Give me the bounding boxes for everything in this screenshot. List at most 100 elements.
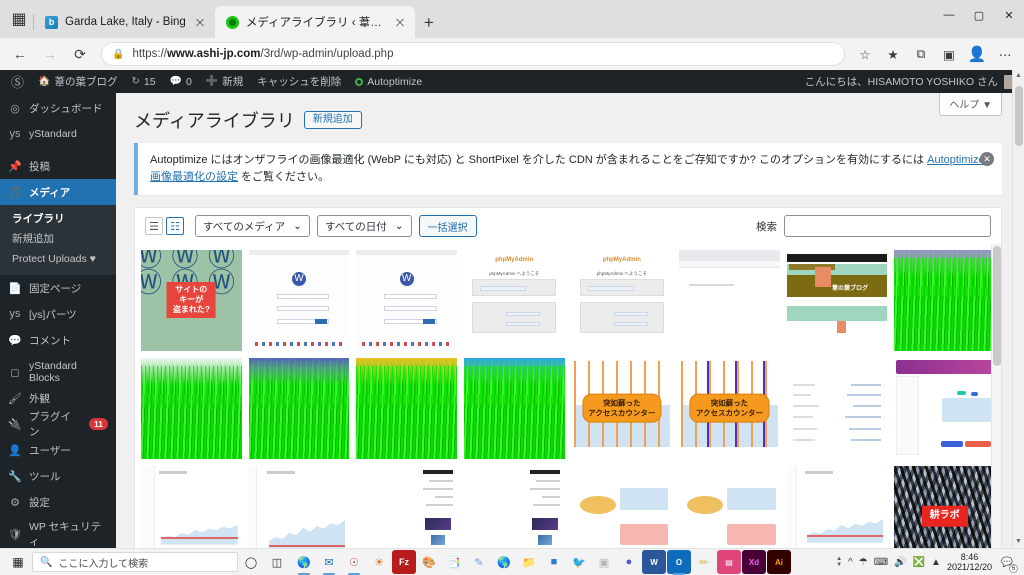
media-thumbnail[interactable] (786, 358, 888, 459)
dismiss-icon[interactable]: ❎ (913, 557, 925, 568)
favorites-list-icon[interactable]: ★ (880, 41, 906, 67)
media-thumbnail[interactable] (679, 250, 780, 351)
maximize-button[interactable]: ▢ (964, 0, 994, 30)
page-scrollbar[interactable]: ▲ ▼ (1012, 70, 1024, 548)
media-thumbnail[interactable]: W (248, 250, 350, 351)
sidebar-item-settings[interactable]: ⚙ 設定 (0, 489, 116, 515)
reload-button[interactable]: ⟳ (66, 41, 94, 67)
sidebar-item-wp-security[interactable]: 🛡 WP セキュリティ (0, 521, 116, 548)
powerpoint-icon[interactable]: ▣ (592, 550, 616, 574)
media-thumbnail[interactable]: 突如蘇った アクセスカウンター (679, 358, 780, 459)
account-area[interactable]: こんにちは、HISAMOTO YOSHIKO さん (805, 74, 1024, 89)
bulk-select-button[interactable]: 一括選択 (418, 215, 477, 238)
search-input[interactable] (784, 215, 991, 238)
list-view-icon[interactable]: ☰ (145, 217, 163, 236)
browser-tab-2[interactable]: メディアライブラリ ‹ 葦の葉ブログ ー \ (214, 6, 415, 38)
sidebar-item-media[interactable]: 🎵 メディア (0, 179, 116, 205)
media-thumbnail[interactable] (679, 466, 780, 548)
cortana-icon[interactable]: ◯ (238, 549, 264, 575)
grid-view-icon[interactable]: ☷ (166, 217, 184, 236)
date-filter[interactable]: すべての日付 ⌄ (316, 215, 412, 238)
edge-icon[interactable]: 🌎 (292, 550, 316, 575)
sidebar-item-pages[interactable]: 📄 固定ページ (0, 275, 116, 301)
maps-icon[interactable]: 🌎 (492, 550, 516, 574)
media-thumbnail[interactable] (894, 358, 995, 459)
sidebar-item-ystandard[interactable]: ys yStandard (0, 121, 116, 147)
paint-icon[interactable]: 🎨 (417, 550, 441, 574)
collections-icon[interactable]: ⧉ (908, 41, 934, 67)
page-scrollbar-thumb[interactable] (1015, 86, 1023, 146)
outlook-icon[interactable]: O (667, 550, 691, 575)
taskbar-search-box[interactable]: 🔍 ここに入力して検索 (32, 552, 238, 572)
updates-link[interactable]: ↻ 15 (124, 70, 162, 93)
address-bar[interactable]: 🔒 https://www.ashi-jp.com/3rd/wp-admin/u… (101, 42, 845, 66)
media-thumbnail[interactable] (463, 466, 565, 548)
mail-icon[interactable]: ✉ (317, 550, 341, 575)
sidebar-item-appearance[interactable]: 🖌 外観 (0, 385, 116, 411)
sidebar-item-ys-parts[interactable]: ys [ys]パーツ (0, 301, 116, 327)
grid-scrollbar-thumb[interactable] (993, 246, 1001, 367)
notification-icon[interactable]: 💬 6 (998, 553, 1018, 573)
wordpress-logo-icon[interactable]: Ⓢ (4, 70, 31, 93)
media-thumbnail[interactable] (356, 466, 457, 548)
close-window-button[interactable]: ✕ (994, 0, 1024, 30)
clock[interactable]: 8:46 2021/12/20 (947, 552, 992, 573)
media-thumbnail[interactable]: 耕ラボ (894, 466, 995, 548)
notes-icon[interactable]: 📑 (442, 550, 466, 574)
comments-link[interactable]: 💬 0 (163, 70, 199, 93)
new-content-link[interactable]: ➕ 新規 (199, 70, 250, 93)
screenshot-icon[interactable]: ▣ (936, 41, 962, 67)
app-icon[interactable]: ▲ (931, 557, 941, 568)
media-thumbnail[interactable] (571, 466, 673, 548)
help-tab-button[interactable]: ヘルプ ▼ (939, 93, 1002, 116)
firefox-icon[interactable]: ☀ (367, 550, 391, 574)
teams-icon[interactable]: ● (617, 550, 641, 574)
close-icon[interactable] (192, 14, 208, 30)
wifi-icon[interactable]: ☂ (859, 557, 868, 568)
media-thumbnail[interactable] (141, 466, 242, 548)
scroll-down-arrow[interactable]: ▼ (1013, 536, 1024, 548)
media-thumbnail[interactable] (141, 358, 242, 459)
adobe-illustrator-icon[interactable]: Ai (767, 550, 791, 574)
grid-scrollbar[interactable] (991, 244, 1001, 548)
word-icon[interactable]: W (642, 550, 666, 574)
volume-icon[interactable]: 🔊 (894, 557, 906, 568)
back-button[interactable]: ← (6, 41, 34, 67)
sidebar-item-dashboard[interactable]: ◎ ダッシュボード (0, 95, 116, 121)
close-icon[interactable] (392, 14, 408, 30)
submenu-item-add-new[interactable]: 新規追加 (0, 229, 116, 249)
chrome-icon[interactable]: ☉ (342, 550, 366, 575)
ime-icon[interactable]: ⌨ (874, 557, 888, 568)
add-new-button[interactable]: 新規追加 (303, 111, 362, 129)
forward-button[interactable]: → (36, 41, 64, 67)
media-thumbnail[interactable] (463, 358, 565, 459)
sidebar-item-comments[interactable]: 💬 コメント (0, 327, 116, 353)
autoptimize-link[interactable]: Autoptimize (348, 70, 429, 93)
sidebar-item-ystandard-blocks[interactable]: ◻ yStandard Blocks (0, 359, 116, 385)
site-name-link[interactable]: 🏠 葦の葉ブログ (31, 70, 124, 93)
windows-start-icon[interactable]: ▦ (4, 549, 32, 575)
onedrive-icon[interactable]: ■ (542, 550, 566, 574)
media-thumbnail[interactable]: phpMyAdmin phpMyAdmin へようこそ (571, 250, 673, 351)
media-thumbnail[interactable]: サイトのキーが盗まれた? (141, 250, 242, 351)
media-thumbnail[interactable] (248, 358, 350, 459)
favorite-star-icon[interactable]: ☆ (852, 41, 878, 67)
media-thumbnail[interactable]: phpMyAdmin phpMyAdmin へようこそ (463, 250, 565, 351)
media-thumbnail[interactable] (356, 358, 457, 459)
tab-actions-icon[interactable]: ▦ (4, 0, 34, 38)
media-thumbnail[interactable] (248, 466, 350, 548)
show-hidden-icon[interactable]: ▲ ▼ (836, 556, 842, 568)
show-hidden-chevron-icon[interactable]: ^ (848, 557, 853, 568)
sidebar-item-tools[interactable]: 🔧 ツール (0, 463, 116, 489)
minimize-button[interactable]: — (934, 0, 964, 30)
adobe-xd-icon[interactable]: Xd (742, 550, 766, 574)
media-thumbnail[interactable]: 葦の葉ブログ (786, 250, 888, 351)
submenu-item-protect-uploads[interactable]: Protect Uploads ♥ (0, 249, 116, 269)
media-thumbnail[interactable] (786, 466, 888, 548)
media-thumbnail[interactable] (894, 250, 995, 351)
sidebar-item-posts[interactable]: 📌 投稿 (0, 153, 116, 179)
sidebar-item-users[interactable]: 👤 ユーザー (0, 437, 116, 463)
browser-tab-1[interactable]: b Garda Lake, Italy - Bing (33, 6, 215, 38)
media-thumbnail[interactable]: W (356, 250, 457, 351)
settings-more-icon[interactable]: ⋯ (992, 41, 1018, 67)
